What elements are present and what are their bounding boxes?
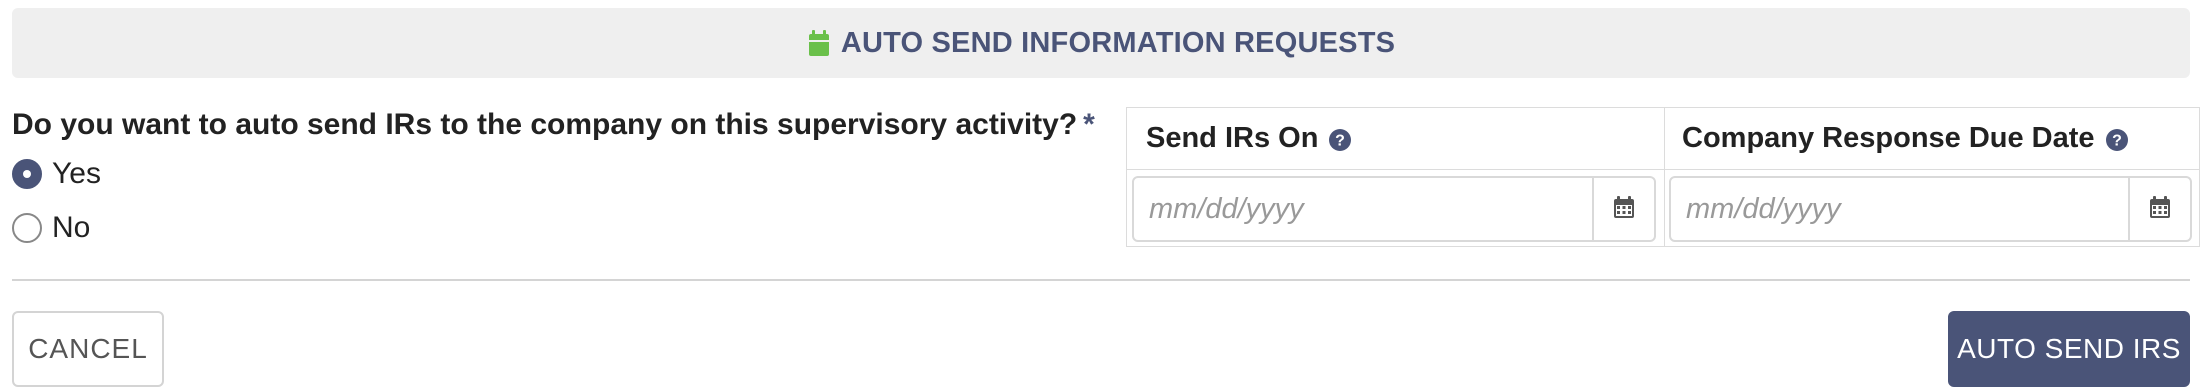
- send-irs-on-calendar-button[interactable]: [1592, 178, 1654, 240]
- send-irs-on-field: [1132, 176, 1656, 242]
- svg-text:?: ?: [1336, 132, 1346, 149]
- auto-send-irs-button[interactable]: AUTO SEND IRS: [1948, 311, 2190, 387]
- radio-yes-button[interactable]: [12, 159, 42, 189]
- section-header: AUTO SEND INFORMATION REQUESTS: [12, 8, 2190, 78]
- send-irs-on-label: Send IRs On: [1146, 122, 1319, 154]
- question-circle-icon[interactable]: ?: [2105, 127, 2129, 151]
- send-irs-on-header: Send IRs On ?: [1146, 122, 1352, 155]
- response-due-input[interactable]: [1671, 178, 2128, 240]
- calendar-icon: [2149, 195, 2171, 224]
- response-due-calendar-button[interactable]: [2128, 178, 2190, 240]
- column-divider: [1664, 108, 1665, 246]
- radio-no-label[interactable]: No: [52, 211, 90, 245]
- calendar-icon: [1613, 195, 1635, 224]
- required-marker: *: [1083, 108, 1095, 141]
- response-due-header: Company Response Due Date ?: [1682, 122, 2129, 155]
- question-text: Do you want to auto send IRs to the comp…: [12, 108, 1078, 141]
- radio-no-button[interactable]: [12, 213, 42, 243]
- row-divider: [1127, 169, 2199, 170]
- response-due-field: [1669, 176, 2192, 242]
- calendar-icon: [807, 29, 831, 57]
- cancel-button[interactable]: CANCEL: [12, 311, 164, 387]
- footer-divider: [12, 279, 2190, 281]
- radio-option-no[interactable]: No: [12, 211, 90, 245]
- radio-option-yes[interactable]: Yes: [12, 157, 101, 191]
- svg-text:?: ?: [2112, 132, 2122, 149]
- date-fields-table: Send IRs On ? Company Response Due Date …: [1126, 107, 2200, 247]
- response-due-label: Company Response Due Date: [1682, 122, 2095, 154]
- question-circle-icon[interactable]: ?: [1328, 127, 1352, 151]
- section-title: AUTO SEND INFORMATION REQUESTS: [840, 26, 1396, 59]
- auto-send-question: Do you want to auto send IRs to the comp…: [12, 108, 1095, 142]
- send-irs-on-input[interactable]: [1134, 178, 1592, 240]
- radio-yes-label[interactable]: Yes: [52, 157, 101, 191]
